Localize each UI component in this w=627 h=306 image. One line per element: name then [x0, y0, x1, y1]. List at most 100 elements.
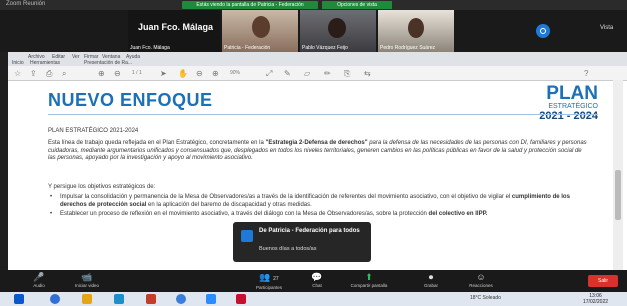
zoom-out-icon[interactable]: ⊖: [196, 69, 203, 78]
control-label: Iniciar video: [74, 283, 99, 288]
paragraph-strategy: "Estrategia 2-Defensa de derechos": [265, 140, 368, 146]
leave-meeting-button[interactable]: Salir: [588, 275, 618, 287]
share-screen-icon: ⬆: [365, 272, 373, 282]
chat-button[interactable]: 💬 Chat: [294, 270, 340, 292]
stamp-icon[interactable]: ⎘: [344, 69, 350, 79]
record-button[interactable]: ⏺ Grabar: [408, 270, 454, 292]
document-toolbar: ☆ ⇪ ⎙ ⌕ ⊕ ⊖ 1 / 1 ➤ ✋ ⊖ ⊕ 90% ⤢ ✎ ▱ ✏ ⎘ …: [8, 66, 627, 81]
video-nav-icon[interactable]: [536, 24, 550, 38]
control-label: Reacciones: [469, 283, 493, 288]
list-item-text: Establecer un proceso de reflexión en el…: [60, 211, 429, 217]
chat-message: Buenos días a todos/as: [259, 246, 317, 252]
list-item-text: en la aplicación del baremo de discapaci…: [146, 201, 312, 208]
window-title: Zoom Reunión: [6, 1, 46, 7]
participant-label: Patricia - Federación: [224, 45, 271, 51]
participants-glyph: 👥: [259, 272, 271, 282]
participants-icon: 👥 27: [246, 272, 292, 284]
control-label: Chat: [312, 283, 322, 288]
hand-icon[interactable]: ✋: [178, 69, 188, 78]
upload-icon[interactable]: ⇪: [30, 69, 37, 78]
video-tile[interactable]: Patricia - Federación: [222, 10, 298, 52]
bookmark-icon[interactable]: ☆: [14, 69, 21, 78]
camera-icon: 📹: [81, 272, 93, 282]
zoom-app-icon[interactable]: [206, 294, 216, 304]
plan-logo-line2: ESTRATÉGICO: [548, 103, 598, 110]
meeting-controls: 🎤 Audio 📹 Iniciar video 👥 27 Participant…: [0, 270, 627, 292]
video-tile[interactable]: Pedro Rodríguez Suárez: [378, 10, 454, 52]
fit-icon[interactable]: ⤢: [266, 69, 272, 79]
participants-count: 27: [273, 276, 279, 282]
print-icon[interactable]: ⎙: [46, 69, 52, 79]
scrollbar-thumb[interactable]: [615, 170, 621, 220]
chat-icon: 💬: [311, 272, 323, 282]
start-icon[interactable]: [14, 294, 24, 304]
control-label: Compartir pantalla: [350, 283, 388, 288]
divider: [48, 114, 598, 115]
plan-logo-years: 2021 - 2024: [539, 110, 598, 122]
weather-tray[interactable]: 18°C Soleado: [470, 295, 501, 301]
zoom-in-icon[interactable]: ⊕: [212, 69, 219, 78]
chat-icon: [241, 230, 253, 242]
edge-icon[interactable]: [50, 294, 60, 304]
control-label: Grabar: [423, 283, 438, 288]
participant-video: [408, 18, 424, 38]
smile-icon: ☺: [476, 272, 486, 282]
mail-icon[interactable]: [114, 294, 124, 304]
zoom-level[interactable]: 90%: [230, 70, 240, 76]
comment-icon[interactable]: ✎: [284, 69, 291, 78]
windows-taskbar: 18°C Soleado 13:06 17/02/2022: [0, 292, 627, 306]
paragraph-text: Esta línea de trabajo queda reflejada en…: [48, 140, 266, 146]
page-up-icon[interactable]: ⊕: [98, 69, 105, 78]
draw-icon[interactable]: ✏: [324, 69, 331, 78]
plan-logo-line1: PLAN: [546, 83, 598, 104]
view-menu[interactable]: Vista: [600, 25, 613, 31]
acrobat-icon[interactable]: [236, 294, 246, 304]
clock[interactable]: 13:06 17/02/2022: [583, 293, 608, 305]
participants-button[interactable]: 👥 27 Participantes: [246, 270, 292, 292]
section-subheading: PLAN ESTRATÉGICO 2021-2024: [48, 128, 139, 134]
screen-share-banner: Estás viendo la pantalla de Patricia - F…: [182, 1, 318, 9]
chrome-icon[interactable]: [176, 294, 186, 304]
record-icon: ⏺: [428, 272, 434, 282]
video-strip: Juan Fco. Málaga Juan Fco. Málaga Patric…: [0, 10, 627, 52]
page-title: NUEVO ENFOQUE: [48, 90, 213, 110]
list-item: Impulsar la consolidación y permanencia …: [48, 194, 593, 209]
document-menubar: Archivo Editar Ver Firmar Ventana Ayuda …: [8, 52, 627, 66]
list-item-bold: del colectivo en IIPP.: [428, 211, 488, 217]
zoom-titlebar: Zoom Reunión Estás viendo la pantalla de…: [0, 0, 627, 10]
page-indicator: 1 / 1: [132, 70, 142, 76]
share-icon[interactable]: ⇆: [364, 69, 371, 78]
clock-date: 17/02/2022: [583, 299, 609, 305]
participant-label: Pablo Vázquez Feijo: [302, 45, 348, 51]
plan-logo: PLAN ESTRATÉGICO 2021 - 2024: [508, 84, 598, 122]
control-label: Audio: [33, 283, 45, 288]
highlight-icon[interactable]: ▱: [304, 69, 310, 78]
participant-label: Pedro Rodríguez Suárez: [380, 45, 436, 51]
chat-notification[interactable]: De Patricia - Federación para todos Buen…: [233, 222, 371, 262]
app-icon[interactable]: [146, 294, 156, 304]
menu-item-view[interactable]: Ver: [72, 54, 80, 60]
search-icon[interactable]: ⌕: [62, 69, 66, 79]
microphone-icon: 🎤: [33, 272, 45, 282]
page-down-icon[interactable]: ⊖: [114, 69, 121, 78]
list-item-text: Impulsar la consolidación y permanencia …: [60, 194, 512, 200]
view-options-button[interactable]: Opciones de vista: [322, 1, 392, 9]
objectives-list: Impulsar la consolidación y permanencia …: [48, 194, 593, 221]
list-item: Establecer un proceso de reflexión en el…: [48, 211, 593, 219]
participant-video: [328, 18, 346, 38]
control-label: Participantes: [255, 285, 282, 290]
participant-video: [252, 16, 270, 38]
paragraph: Esta línea de trabajo queda reflejada en…: [48, 140, 588, 163]
reactions-button[interactable]: ☺ Reacciones: [458, 270, 504, 292]
folder-icon[interactable]: [82, 294, 92, 304]
participant-label: Juan Fco. Málaga: [130, 45, 170, 51]
video-tile-main[interactable]: Juan Fco. Málaga Juan Fco. Málaga: [128, 10, 220, 52]
video-tile[interactable]: Pablo Vázquez Feijo: [300, 10, 376, 52]
help-icon[interactable]: ?: [584, 69, 588, 78]
start-video-button[interactable]: 📹 Iniciar video: [64, 270, 110, 292]
share-screen-button[interactable]: ⬆ Compartir pantalla: [346, 270, 392, 292]
chat-sender: De Patricia - Federación para todos: [259, 228, 360, 234]
audio-button[interactable]: 🎤 Audio: [16, 270, 62, 292]
cursor-icon[interactable]: ➤: [160, 69, 167, 78]
participant-name-large: Juan Fco. Málaga: [138, 22, 214, 32]
